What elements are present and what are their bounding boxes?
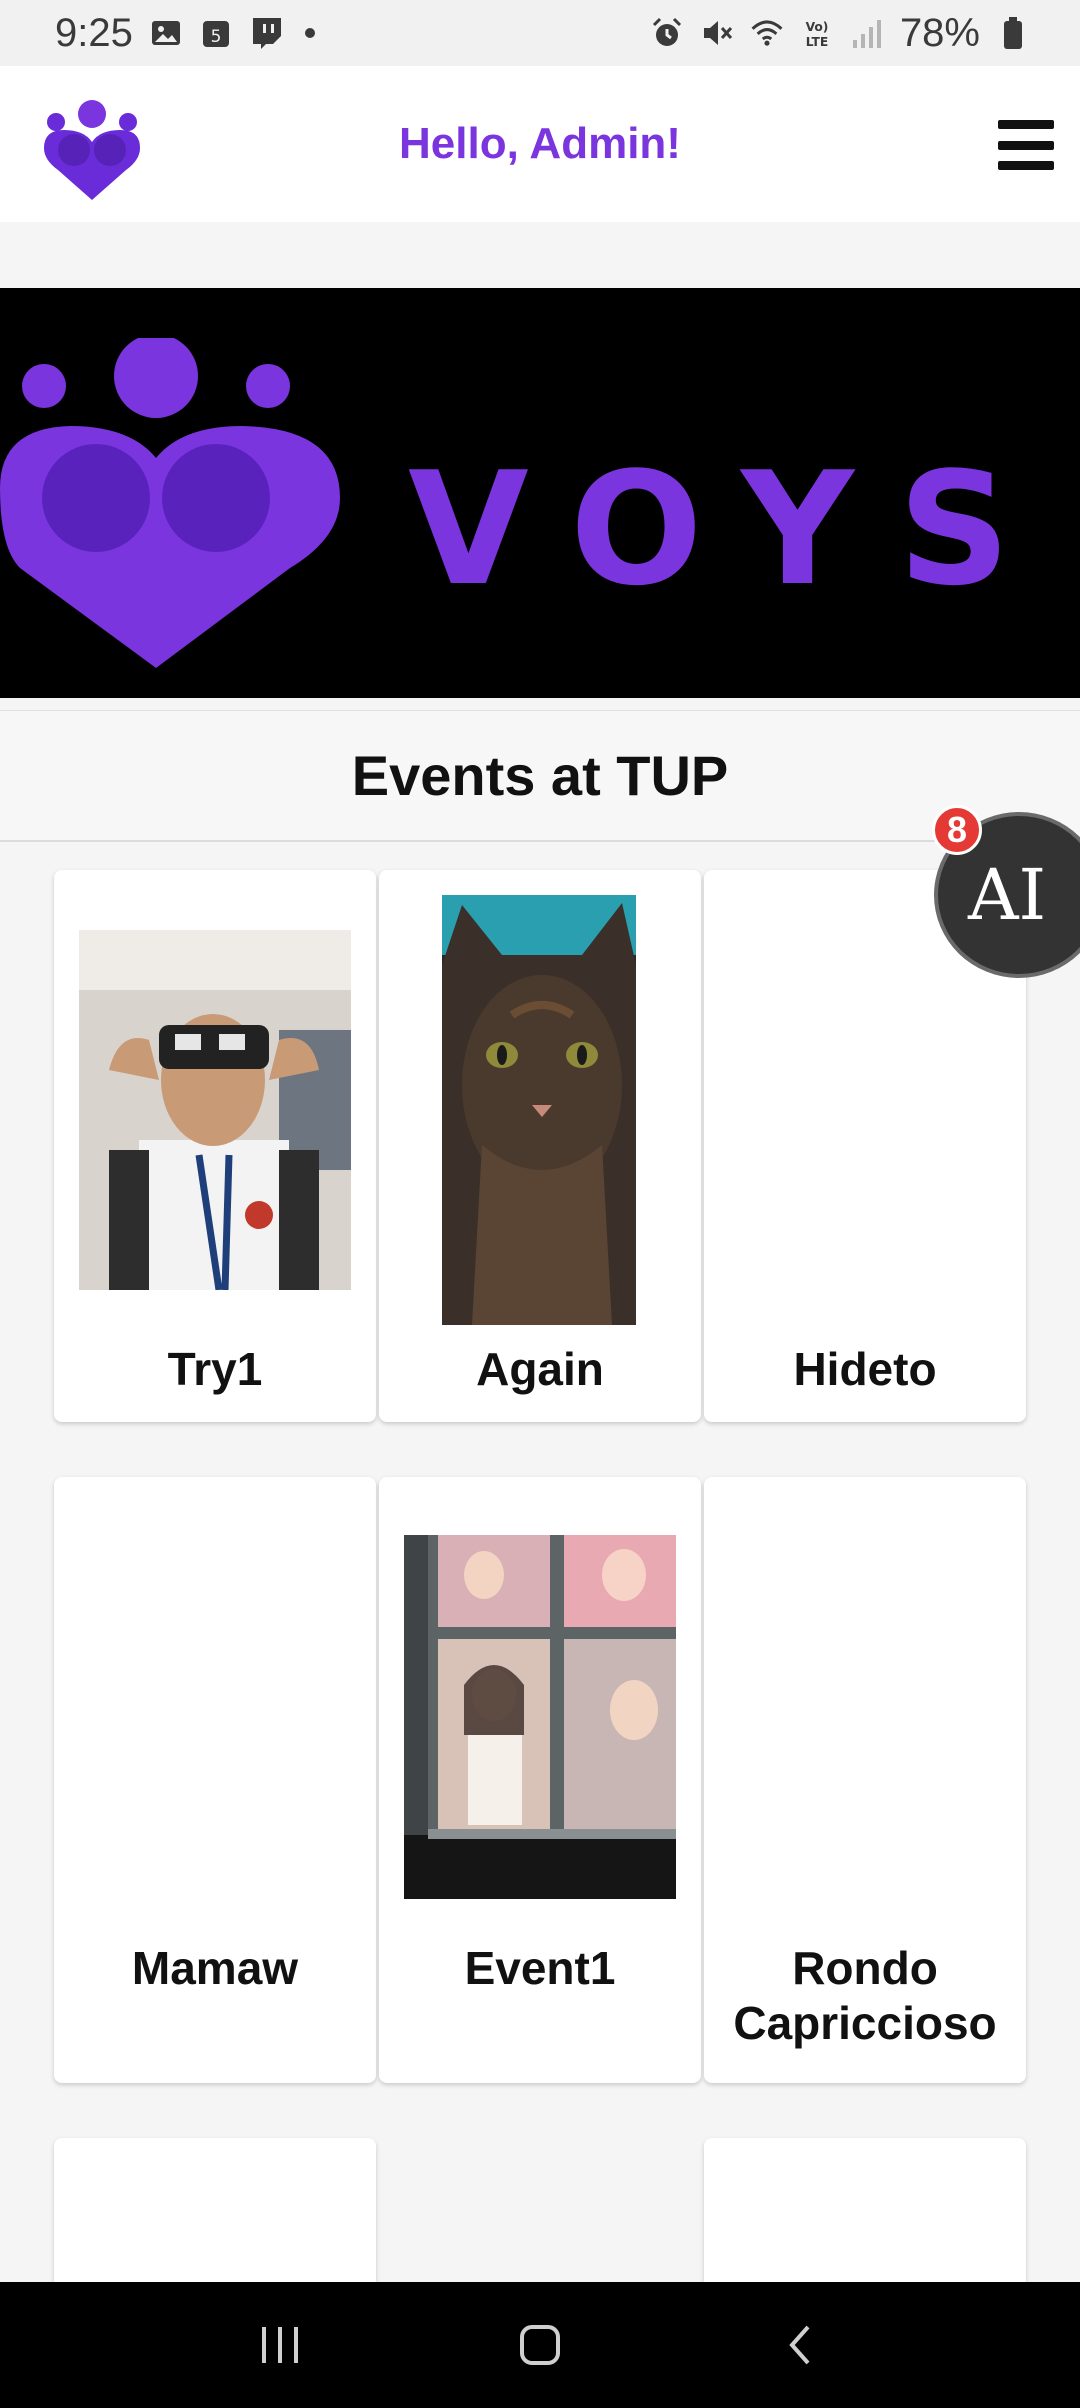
- app-header: Hello, Admin!: [0, 66, 1080, 222]
- svg-text:5: 5: [210, 27, 221, 47]
- battery-percent: 78%: [899, 10, 980, 55]
- signal-icon: [850, 16, 884, 50]
- system-nav-bar: [0, 2282, 1080, 2408]
- home-icon[interactable]: [500, 2305, 580, 2385]
- battery-icon: [996, 16, 1030, 50]
- event-name: Try1: [167, 1343, 263, 1395]
- ai-label: AI: [968, 854, 1047, 936]
- status-time: 9:25: [55, 10, 133, 55]
- status-right: Vo) LTE 78%: [650, 11, 1030, 56]
- wifi-icon: [750, 16, 784, 50]
- event-name: Rondo Capriccioso: [733, 1942, 997, 2050]
- event-thumbnail: [404, 1535, 676, 1899]
- event-card-again[interactable]: Again: [379, 870, 701, 1422]
- twitch-icon: [249, 16, 283, 50]
- status-left: 9:25 5: [55, 11, 315, 56]
- back-icon[interactable]: [760, 2305, 840, 2385]
- svg-text:LTE: LTE: [806, 35, 829, 49]
- image-icon: [149, 16, 183, 50]
- recents-icon[interactable]: [240, 2305, 320, 2385]
- banner-brand-text: VOYS: [408, 438, 1055, 620]
- voys-logo-icon[interactable]: [36, 100, 148, 200]
- status-bar: 9:25 5 Vo) LTE 78%: [0, 0, 1080, 66]
- hamburger-menu-icon[interactable]: [998, 120, 1054, 170]
- volte-icon: Vo) LTE: [800, 16, 834, 50]
- alarm-icon: [650, 16, 684, 50]
- event-card-event1[interactable]: Event1: [379, 1477, 701, 2083]
- event-name: Mamaw: [131, 1942, 299, 1994]
- mute-icon: [700, 16, 734, 50]
- calendar-icon: 5: [199, 16, 233, 50]
- dot-icon: [304, 28, 315, 38]
- events-title: Events at TUP: [351, 744, 729, 807]
- svg-text:Vo): Vo): [806, 20, 829, 34]
- event-name: Event1: [464, 1942, 616, 1994]
- event-card-mamaw[interactable]: Mamaw: [54, 1477, 376, 2083]
- events-header: Events at TUP: [0, 710, 1080, 842]
- greeting-text: Hello, Admin!: [399, 119, 681, 168]
- event-thumbnail: [442, 895, 636, 1325]
- notification-badge: 8: [932, 805, 982, 855]
- brand-banner: VOYS: [0, 288, 1080, 698]
- event-name: Hideto: [793, 1343, 937, 1395]
- event-card-try1[interactable]: Try1: [54, 870, 376, 1422]
- event-name: Again: [476, 1343, 604, 1395]
- event-card-rondo-capriccioso[interactable]: Rondo Capriccioso: [704, 1477, 1026, 2083]
- banner-logo-icon: [0, 338, 340, 668]
- event-thumbnail: [79, 930, 351, 1290]
